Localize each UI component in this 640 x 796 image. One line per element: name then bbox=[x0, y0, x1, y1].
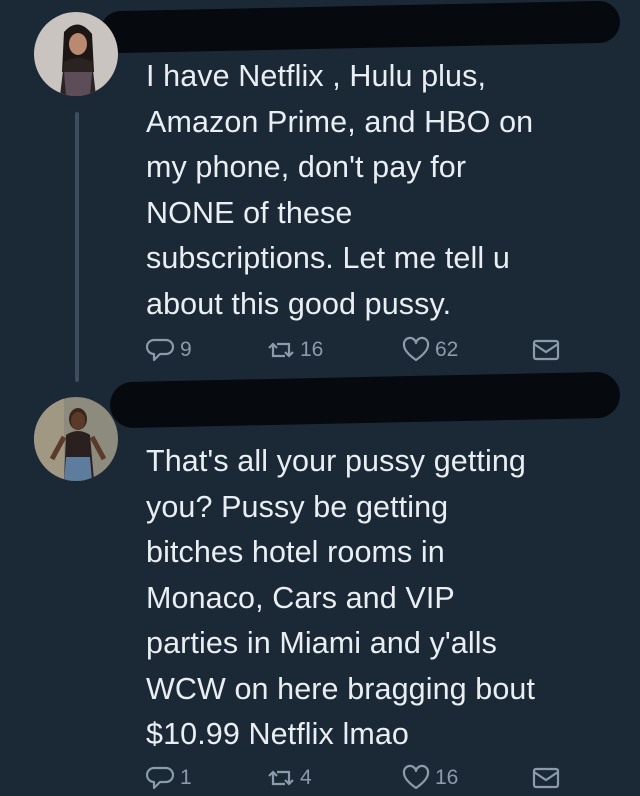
reply-icon bbox=[146, 338, 175, 362]
redacted-username-bar bbox=[109, 371, 621, 429]
retweet-icon bbox=[268, 770, 294, 786]
retweet-button[interactable]: 4 bbox=[266, 760, 312, 796]
reply-button[interactable]: 9 bbox=[146, 332, 192, 368]
tweet-text: That's all your pussy getting you? Pussy… bbox=[146, 444, 536, 751]
reply-count: 9 bbox=[180, 338, 192, 361]
retweet-button[interactable]: 16 bbox=[266, 332, 323, 368]
retweet-count: 16 bbox=[300, 338, 324, 361]
tweet-1[interactable]: I have Netflix , Hulu plus, Amazon Prime… bbox=[0, 0, 640, 385]
mail-icon bbox=[532, 767, 560, 789]
reply-count: 1 bbox=[180, 766, 192, 789]
direct-message-button[interactable] bbox=[531, 760, 565, 796]
heart-icon bbox=[402, 764, 430, 790]
retweet-icon bbox=[268, 342, 294, 358]
reply-button[interactable]: 1 bbox=[146, 760, 192, 796]
like-button[interactable]: 16 bbox=[401, 760, 458, 796]
avatar[interactable] bbox=[34, 12, 118, 96]
tweet-actions: 9 16 62 bbox=[146, 332, 616, 368]
avatar[interactable] bbox=[34, 397, 118, 481]
tweet-actions: 1 4 16 bbox=[146, 760, 616, 796]
mail-icon bbox=[532, 339, 560, 361]
like-count: 62 bbox=[435, 338, 459, 361]
direct-message-button[interactable] bbox=[531, 332, 565, 368]
heart-icon bbox=[402, 336, 430, 362]
reply-icon bbox=[146, 766, 175, 790]
like-button[interactable]: 62 bbox=[401, 332, 458, 368]
retweet-count: 4 bbox=[300, 766, 312, 789]
thread-line bbox=[75, 112, 79, 382]
tweet-2[interactable]: That's all your pussy getting you? Pussy… bbox=[0, 371, 640, 796]
tweet-text: I have Netflix , Hulu plus, Amazon Prime… bbox=[146, 59, 534, 321]
redacted-username-bar bbox=[99, 0, 621, 54]
like-count: 16 bbox=[435, 766, 459, 789]
